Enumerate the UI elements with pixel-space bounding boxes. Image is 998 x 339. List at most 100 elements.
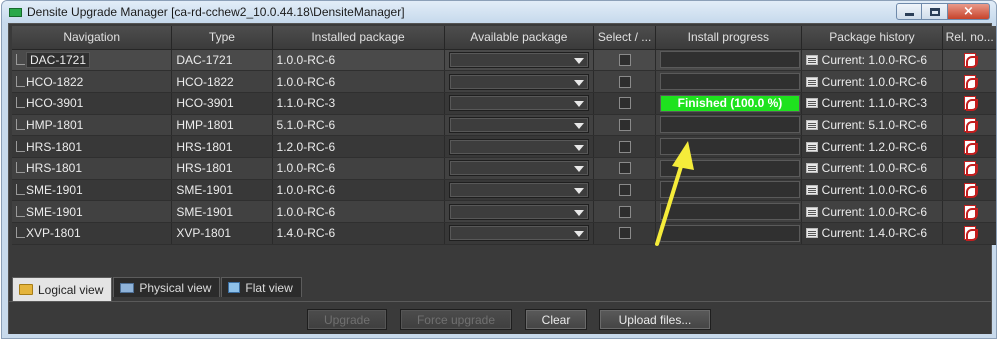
pdf-icon[interactable]: [963, 182, 978, 198]
table-row[interactable]: HRS-1801 HRS-1801 1.0.0-RC-6 Current: 1.…: [12, 157, 996, 180]
upgrade-button[interactable]: Upgrade: [307, 309, 387, 330]
device-name: XVP-1801: [26, 226, 81, 241]
upload-files-button[interactable]: Upload files...: [599, 309, 711, 330]
clear-button[interactable]: Clear: [525, 309, 587, 330]
cell-select: [593, 49, 656, 72]
tab-logical-view[interactable]: Logical view: [12, 277, 113, 301]
header-install-progress[interactable]: Install progress: [655, 26, 802, 50]
chevron-down-icon: [573, 57, 584, 64]
pdf-icon[interactable]: [963, 161, 978, 177]
table-row[interactable]: XVP-1801 XVP-1801 1.4.0-RC-6 Current: 1.…: [12, 222, 996, 245]
cell-installed-package: 1.0.0-RC-6: [272, 70, 445, 93]
cell-install-progress: Finished (100.0 %): [655, 92, 802, 115]
select-checkbox[interactable]: [618, 97, 631, 110]
header-available-package[interactable]: Available package: [444, 26, 595, 50]
cell-type: HMP-1801: [171, 114, 273, 137]
cell-type: XVP-1801: [171, 222, 273, 245]
header-release-notes[interactable]: Rel. no...: [942, 26, 996, 50]
cell-package-history[interactable]: Current: 1.2.0-RC-6: [801, 135, 944, 158]
header-select[interactable]: Select / ...: [593, 26, 656, 50]
cell-navigation[interactable]: DAC-1721: [12, 49, 173, 72]
cell-navigation[interactable]: SME-1901: [12, 200, 173, 223]
available-package-dropdown[interactable]: [448, 160, 589, 177]
cell-release-notes: [942, 114, 996, 137]
available-package-dropdown[interactable]: [448, 95, 589, 112]
cell-package-history[interactable]: Current: 1.0.0-RC-6: [801, 179, 944, 202]
pdf-icon[interactable]: [963, 204, 978, 220]
table-row[interactable]: SME-1901 SME-1901 1.0.0-RC-6 Current: 1.…: [12, 179, 996, 202]
pdf-icon[interactable]: [963, 226, 978, 242]
select-checkbox[interactable]: [618, 53, 631, 66]
cell-package-history[interactable]: Current: 1.0.0-RC-6: [801, 70, 944, 93]
close-button[interactable]: ×: [948, 3, 990, 20]
cell-navigation[interactable]: HCO-3901: [12, 92, 173, 115]
header-installed-package[interactable]: Installed package: [272, 26, 445, 50]
available-package-dropdown[interactable]: [448, 225, 589, 242]
progress-text: Finished (100.0 %): [677, 95, 783, 110]
monitor-icon: [120, 282, 135, 293]
history-table-icon: [805, 163, 818, 174]
pdf-icon[interactable]: [963, 96, 978, 112]
title-bar[interactable]: Densite Upgrade Manager [ca-rd-cchew2_10…: [2, 1, 996, 23]
header-package-history[interactable]: Package history: [801, 26, 944, 50]
cell-release-notes: [942, 222, 996, 245]
tree-connector: [16, 205, 25, 217]
cell-package-history[interactable]: Current: 1.0.0-RC-6: [801, 200, 944, 223]
select-checkbox[interactable]: [618, 75, 631, 88]
cell-package-history[interactable]: Current: 1.0.0-RC-6: [801, 49, 944, 72]
maximize-button[interactable]: [922, 3, 948, 20]
history-text: Current: 1.4.0-RC-6: [821, 226, 928, 241]
table-row[interactable]: SME-1901 SME-1901 1.0.0-RC-6 Current: 1.…: [12, 200, 996, 223]
table-row[interactable]: HCO-3901 HCO-3901 1.1.0-RC-3 Finished (1…: [12, 92, 996, 115]
history-text: Current: 1.0.0-RC-6: [821, 52, 928, 67]
install-progress-bar: [659, 224, 800, 242]
select-checkbox[interactable]: [618, 205, 631, 218]
minimize-button[interactable]: [896, 3, 922, 20]
pdf-icon[interactable]: [963, 52, 978, 68]
install-progress-bar: [659, 116, 800, 134]
install-progress-bar: [659, 203, 800, 221]
history-text: Current: 1.0.0-RC-6: [821, 182, 928, 197]
cell-package-history[interactable]: Current: 1.0.0-RC-6: [801, 157, 944, 180]
device-name: SME-1901: [26, 182, 83, 197]
table-row[interactable]: HCO-1822 HCO-1822 1.0.0-RC-6 Current: 1.…: [12, 70, 996, 93]
cell-navigation[interactable]: HRS-1801: [12, 135, 173, 158]
tab-flat-view[interactable]: Flat view: [221, 277, 302, 297]
table-row[interactable]: HRS-1801 HRS-1801 1.2.0-RC-6 Current: 1.…: [12, 135, 996, 158]
cell-package-history[interactable]: Current: 1.4.0-RC-6: [801, 222, 944, 245]
cell-package-history[interactable]: Current: 1.1.0-RC-3: [801, 92, 944, 115]
header-navigation[interactable]: Navigation: [12, 26, 173, 50]
cell-release-notes: [942, 157, 996, 180]
header-type[interactable]: Type: [171, 26, 273, 50]
table-row[interactable]: DAC-1721 DAC-1721 1.0.0-RC-6 Current: 1.…: [12, 49, 996, 72]
cell-release-notes: [942, 92, 996, 115]
cell-type: SME-1901: [171, 200, 273, 223]
cell-navigation[interactable]: HRS-1801: [12, 157, 173, 180]
cell-navigation[interactable]: HMP-1801: [12, 114, 173, 137]
cell-release-notes: [942, 70, 996, 93]
available-package-dropdown[interactable]: [448, 203, 589, 220]
cell-navigation[interactable]: HCO-1822: [12, 70, 173, 93]
tree-connector: [16, 53, 25, 65]
force-upgrade-button[interactable]: Force upgrade: [400, 309, 512, 330]
pdf-icon[interactable]: [963, 74, 978, 90]
available-package-dropdown[interactable]: [448, 116, 589, 133]
select-checkbox[interactable]: [618, 118, 631, 131]
cell-available-package: [444, 49, 595, 72]
available-package-dropdown[interactable]: [448, 73, 589, 90]
available-package-dropdown[interactable]: [448, 138, 589, 155]
table-row[interactable]: HMP-1801 HMP-1801 5.1.0-RC-6 Current: 5.…: [12, 114, 996, 137]
tab-physical-view[interactable]: Physical view: [113, 277, 221, 297]
cell-release-notes: [942, 179, 996, 202]
cell-navigation[interactable]: XVP-1801: [12, 222, 173, 245]
select-checkbox[interactable]: [618, 140, 631, 153]
select-checkbox[interactable]: [618, 183, 631, 196]
cell-package-history[interactable]: Current: 5.1.0-RC-6: [801, 114, 944, 137]
available-package-dropdown[interactable]: [448, 181, 589, 198]
select-checkbox[interactable]: [618, 227, 631, 240]
available-package-dropdown[interactable]: [448, 51, 589, 68]
pdf-icon[interactable]: [963, 117, 978, 133]
pdf-icon[interactable]: [963, 139, 978, 155]
select-checkbox[interactable]: [618, 162, 631, 175]
cell-navigation[interactable]: SME-1901: [12, 179, 173, 202]
